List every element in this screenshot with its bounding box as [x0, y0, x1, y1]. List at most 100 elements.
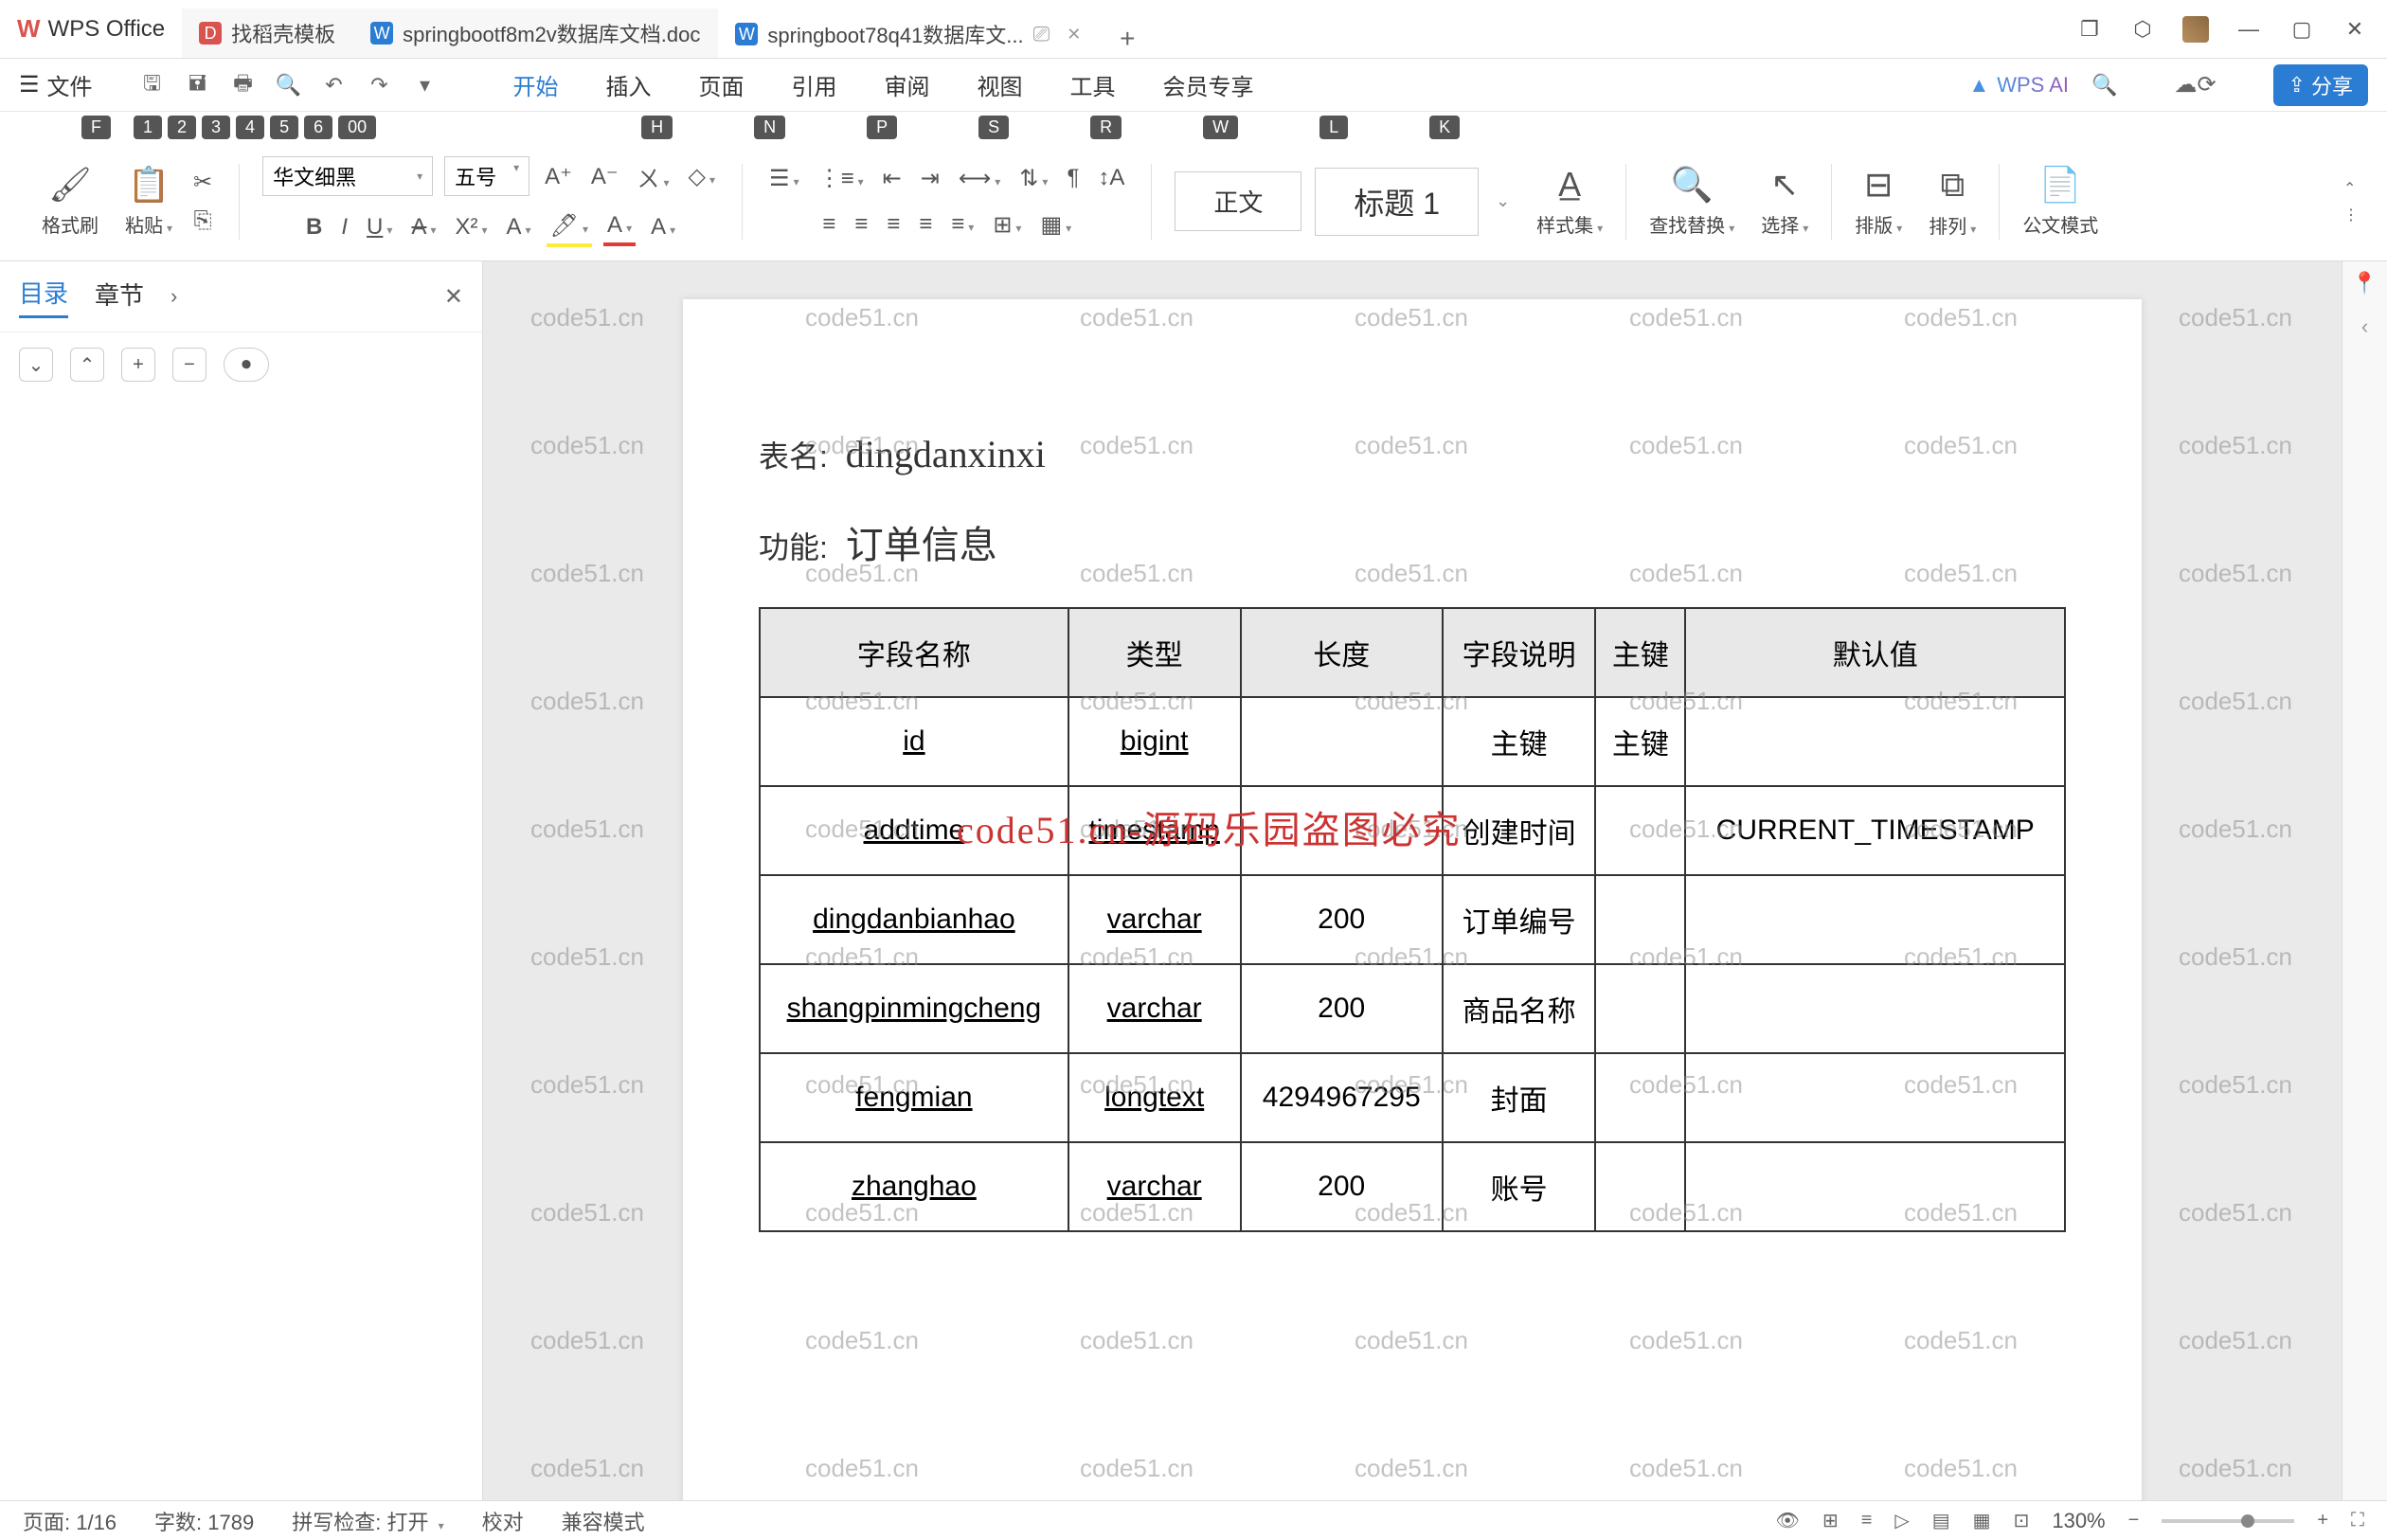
align-left-icon[interactable]: ≡: [818, 207, 839, 242]
font-size-select[interactable]: 五号▾: [444, 156, 529, 196]
minimize-icon[interactable]: —: [2235, 16, 2262, 43]
strikethrough-icon[interactable]: A▾: [407, 210, 440, 244]
find-replace-button[interactable]: 🔍 查找替换▾: [1649, 165, 1734, 238]
page-indicator[interactable]: 页面: 1/16: [23, 1506, 117, 1536]
menu-tools[interactable]: 工具: [1070, 68, 1116, 101]
expand-all-icon[interactable]: ⌃: [70, 348, 104, 382]
paste-button[interactable]: 📋 粘贴▾: [125, 165, 172, 238]
line-spacing-icon[interactable]: ⇅▾: [1015, 161, 1051, 196]
sidebar-expand-icon[interactable]: ‹: [2361, 314, 2368, 339]
change-case-icon[interactable]: A▾: [503, 210, 535, 244]
copy-icon[interactable]: ⎘: [189, 204, 215, 238]
cube-icon[interactable]: ⬡: [2129, 16, 2156, 43]
remove-icon[interactable]: −: [172, 348, 206, 382]
redo-icon[interactable]: ↷: [368, 73, 392, 98]
paragraph-mark-icon[interactable]: ¶: [1063, 161, 1083, 195]
style-normal[interactable]: 正文: [1175, 171, 1301, 231]
layout-button[interactable]: ⊟ 排版▾: [1855, 165, 1902, 238]
file-menu[interactable]: ☰ 文件: [19, 68, 93, 101]
font-color-icon[interactable]: A▾: [603, 208, 636, 246]
clear-format-icon[interactable]: ◇▾: [685, 159, 720, 194]
ribbon-settings-icon[interactable]: ⋮: [2343, 206, 2359, 224]
tab-settings-icon[interactable]: ⊞▾: [989, 207, 1025, 242]
wps-ai-button[interactable]: ▲ WPS AI 🔍: [1968, 73, 2117, 98]
style-heading-1[interactable]: 标题 1: [1315, 168, 1479, 236]
fullscreen-icon[interactable]: ⛶: [2351, 1510, 2364, 1531]
justify-icon[interactable]: ≡: [915, 207, 936, 242]
decrease-font-icon[interactable]: A⁻: [587, 159, 622, 194]
menu-view[interactable]: 视图: [978, 68, 1023, 101]
increase-font-icon[interactable]: A⁺: [541, 159, 576, 194]
compat-mode[interactable]: 兼容模式: [562, 1506, 645, 1536]
collapse-all-icon[interactable]: ⌄: [19, 348, 53, 382]
tab-doc-1[interactable]: W springbootf8m2v数据库文档.doc: [353, 9, 718, 58]
official-mode-button[interactable]: 📄 公文模式: [2022, 165, 2098, 238]
close-panel-icon[interactable]: ✕: [444, 283, 463, 311]
close-icon[interactable]: ✕: [1067, 25, 1081, 45]
tab-template[interactable]: D 找稻壳模板: [182, 9, 353, 58]
app-logo[interactable]: W WPS Office: [0, 14, 182, 44]
menu-review[interactable]: 审阅: [885, 68, 930, 101]
text-scale-icon[interactable]: ⟷▾: [955, 161, 1004, 196]
chevron-right-icon[interactable]: ›: [170, 284, 177, 309]
zoom-level[interactable]: 130%: [2052, 1509, 2105, 1533]
spell-check-status[interactable]: 拼写检查: 打开 ▾: [292, 1506, 443, 1536]
decrease-indent-icon[interactable]: ⇤: [879, 161, 906, 196]
menu-page[interactable]: 页面: [699, 68, 745, 101]
numbered-list-icon[interactable]: ⋮≡▾: [815, 161, 868, 196]
phonetic-icon[interactable]: ㄨ▾: [634, 156, 673, 197]
collapse-ribbon-icon[interactable]: ⌃: [2343, 179, 2359, 198]
writing-direction-icon[interactable]: ↕A: [1094, 161, 1128, 195]
location-pin-icon[interactable]: 📍: [2352, 271, 2378, 295]
more-icon[interactable]: ▾: [413, 73, 438, 98]
arrange-button[interactable]: ⧉ 排列▾: [1929, 165, 1976, 239]
cloud-sync-icon[interactable]: ☁⟳: [2174, 71, 2216, 98]
style-set-button[interactable]: A̲ 样式集▾: [1536, 165, 1603, 238]
menu-member[interactable]: 会员专享: [1163, 68, 1254, 101]
bullet-list-icon[interactable]: ☰▾: [765, 161, 803, 196]
document-canvas[interactable]: ⋮⋮ 表名: dingdanxinxi 功能: 订单信息 字段名称 类型 长度 …: [483, 261, 2342, 1500]
increase-indent-icon[interactable]: ⇥: [917, 161, 943, 196]
tab-chapters[interactable]: 章节: [95, 277, 144, 317]
play-icon[interactable]: ▷: [1894, 1509, 1909, 1532]
zoom-in-icon[interactable]: +: [2317, 1510, 2328, 1531]
menu-home[interactable]: 开始: [513, 68, 559, 101]
font-family-select[interactable]: 华文细黑▾: [262, 156, 433, 196]
web-layout-icon[interactable]: ▦: [1973, 1509, 1991, 1532]
grid-icon[interactable]: ⊞: [1822, 1509, 1839, 1532]
maximize-icon[interactable]: ▢: [2288, 16, 2315, 43]
user-avatar[interactable]: [2182, 16, 2209, 43]
cut-icon[interactable]: ✂: [189, 165, 216, 200]
close-window-icon[interactable]: ✕: [2342, 16, 2368, 43]
bold-icon[interactable]: B: [302, 210, 326, 244]
shading-icon[interactable]: A▾: [647, 210, 679, 244]
new-tab-button[interactable]: +: [1108, 20, 1146, 58]
zoom-slider[interactable]: [2162, 1519, 2294, 1523]
menu-insert[interactable]: 插入: [606, 68, 652, 101]
share-button[interactable]: ⇪ 分享: [2273, 64, 2368, 106]
superscript-icon[interactable]: X²▾: [451, 210, 491, 244]
underline-icon[interactable]: U▾: [363, 210, 396, 244]
save-icon[interactable]: 🖫: [140, 73, 165, 98]
menu-references[interactable]: 引用: [792, 68, 837, 101]
add-icon[interactable]: +: [121, 348, 155, 382]
distributed-icon[interactable]: ≡▾: [947, 207, 978, 242]
multiwindow-icon[interactable]: ❐: [2076, 16, 2103, 43]
toggle-icon[interactable]: ⏺: [224, 348, 269, 382]
align-center-icon[interactable]: ≡: [851, 207, 871, 242]
zoom-out-icon[interactable]: −: [2128, 1510, 2140, 1531]
print-icon[interactable]: 🖶: [231, 73, 256, 98]
format-brush-button[interactable]: 🖌 格式刷: [42, 165, 99, 238]
tab-toc[interactable]: 目录: [19, 275, 68, 318]
italic-icon[interactable]: I: [337, 210, 351, 244]
word-count[interactable]: 字数: 1789: [154, 1506, 254, 1536]
search-icon[interactable]: 🔍: [2091, 73, 2117, 98]
align-right-icon[interactable]: ≡: [883, 207, 904, 242]
style-gallery-dropdown[interactable]: ⌄: [1496, 191, 1510, 211]
save2-icon[interactable]: 🖬: [186, 73, 210, 98]
tab-doc-2-active[interactable]: W springboot78q41数据库文... ⎚ ✕: [718, 9, 1099, 58]
proofread-status[interactable]: 校对: [482, 1506, 524, 1536]
highlight-icon[interactable]: 🖊▾: [547, 208, 593, 247]
list-icon[interactable]: ≡: [1861, 1510, 1873, 1531]
outline-icon[interactable]: ⊡: [2014, 1509, 2030, 1532]
